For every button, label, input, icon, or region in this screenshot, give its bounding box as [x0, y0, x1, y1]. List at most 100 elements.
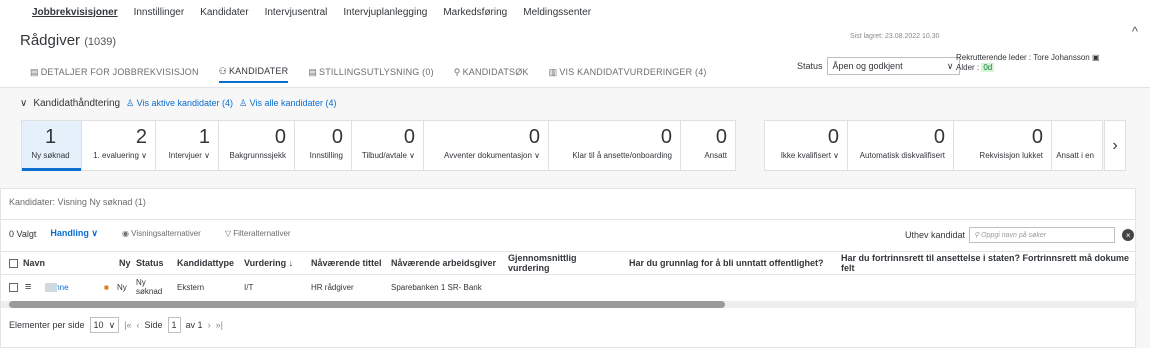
age-badge: 0d — [981, 63, 995, 72]
col-fortrinnsrett[interactable]: Har du fortrinnsrett til ansettelse i st… — [841, 253, 1137, 275]
tab-detaljer[interactable]: ▤ DETALJER FOR JOBBREKVISISJON — [30, 61, 199, 83]
search-icon: ⚲ — [974, 232, 980, 239]
candidate-search-input[interactable]: ⚲ Oppgi navn på søker × — [969, 227, 1135, 243]
tab-bar: ▤ DETALJER FOR JOBBREKVISISJON ⚇ KANDIDATE… — [30, 61, 727, 83]
table-toolbar: 0 Valgt Handling ∨ ◉ Visningsalternative… — [1, 219, 1137, 247]
eye-icon: ◉ — [121, 229, 129, 238]
page-label: Side — [144, 320, 163, 330]
cell-status: Ny søknad — [136, 278, 163, 296]
col-kandidattype[interactable]: Kandidattype — [177, 258, 234, 268]
chevron-down-icon: ∨ — [108, 319, 116, 330]
collapse-header-button[interactable]: ^ — [1132, 24, 1138, 39]
highlight-label: Uthev kandidat — [905, 230, 966, 240]
view-options-button[interactable]: ◉ Visningsalternativer — [122, 229, 201, 238]
stage-avventer[interactable]: 0 Avventer dokumentasjon ∨ — [424, 121, 549, 170]
stage-klar[interactable]: 0 Klar til å ansette/onboarding — [549, 121, 681, 170]
horizontal-scrollbar[interactable] — [9, 301, 725, 308]
tab-stillingsutlysning[interactable]: ▤ STILLINGSUTLYSNING (0) — [308, 61, 433, 83]
search-icon: ⚲ — [453, 66, 461, 77]
pipeline-stages: 1 Ny søknad 2 1. evaluering ∨ 1 Intervjuer … — [21, 120, 736, 171]
stage-ansatt[interactable]: 0 Ansatt — [681, 121, 735, 170]
status-area: Status Åpen og godkjent ∨ — [797, 57, 960, 75]
candidates-panel: Kandidater: Visning Ny søknad (1) 0 Valg… — [0, 188, 1137, 348]
age-label: Alder : — [956, 63, 980, 72]
nav-intervjuplanlegging[interactable]: Intervjuplanlegging — [343, 7, 427, 18]
col-unntatt[interactable]: Har du grunnlag for å bli unntatt offent… — [629, 258, 823, 268]
clear-icon[interactable]: × — [1122, 229, 1135, 241]
stage-innstilling[interactable]: 0 Innstilling — [295, 121, 352, 170]
handling-title: Kandidathåndtering — [33, 98, 121, 109]
cell-vurdering: I/T — [244, 283, 254, 292]
requisition-count: (1039) — [84, 36, 116, 48]
cell-ny: Ny — [117, 283, 127, 292]
panel-title: Kandidater: Visning Ny søknad (1) — [9, 197, 146, 207]
next-page-icon[interactable]: › — [208, 320, 211, 330]
cell-type: Ekstern — [177, 283, 205, 292]
col-navn[interactable]: Navn — [23, 258, 45, 268]
candidate-handling-bar: ∨ Kandidathåndtering ♙ Vis aktive kandid… — [20, 98, 337, 109]
cell-arbeidsgiver: Sparebanken 1 SR- Bank — [391, 283, 482, 292]
nav-meldingssenter[interactable]: Meldingssenter — [523, 7, 591, 18]
person-icon: ♙ — [126, 98, 135, 108]
table-header: Navn Ny Status Kandidattype Vurdering ↓ … — [1, 251, 1137, 275]
stage-ikke-kvalifisert[interactable]: 0 Ikke kvalifisert ∨ — [765, 121, 848, 170]
last-page-icon[interactable]: »| — [216, 320, 223, 330]
col-tittel[interactable]: Nåværende tittel — [311, 258, 382, 268]
stage-ny-soknad[interactable]: 1 Ny søknad — [22, 121, 82, 171]
page-input[interactable]: 1 — [167, 317, 181, 333]
status-select[interactable]: Åpen og godkjent ∨ — [826, 57, 960, 75]
recruiter-label: Rekrutterende leder : Tore Johansson — [956, 53, 1090, 62]
stage-bakgrunnssjekk[interactable]: 0 Bakgrunnssjekk — [219, 121, 295, 170]
page-title: Rådgiver (1039) — [20, 32, 116, 49]
nav-kandidater[interactable]: Kandidater — [200, 7, 248, 18]
nav-intervjusentral[interactable]: Intervjusentral — [265, 7, 328, 18]
select-all-checkbox[interactable] — [9, 258, 18, 269]
stage-intervjuer[interactable]: 1 Intervjuer ∨ — [156, 121, 219, 170]
chevron-down-icon[interactable]: ∨ — [20, 98, 27, 109]
tab-kandidatvurderinger[interactable]: ▥ VIS KANDIDATVURDERINGER (4) — [549, 61, 707, 83]
chevron-right-icon: › — [1112, 136, 1118, 154]
stage-rekvisisjon-lukket[interactable]: 0 Rekvisisjon lukket — [954, 121, 1052, 170]
col-ny[interactable]: Ny — [119, 258, 131, 268]
tab-kandidatsok[interactable]: ⚲ KANDIDATSØK — [454, 61, 529, 83]
nav-markedsforing[interactable]: Markedsføring — [443, 7, 507, 18]
per-page-select[interactable]: 10 ∨ — [89, 317, 120, 333]
page-header: Rådgiver (1039) ^ Sist lagret: 23.08.202… — [0, 24, 1150, 88]
people-icon: ⚇ — [218, 65, 227, 76]
active-candidates-link[interactable]: ♙ Vis aktive kandidater (4) — [126, 98, 233, 109]
stages-next-button[interactable]: › — [1104, 120, 1126, 171]
posting-icon: ▤ — [308, 66, 318, 77]
person-icon: ♙ — [239, 98, 248, 108]
flag-icon: ■ — [104, 283, 109, 292]
stage-automatisk[interactable]: 0 Automatisk diskvalifisert — [848, 121, 954, 170]
pagination: Elementer per side 10 ∨ |« ‹ Side 1 av 1… — [9, 317, 223, 333]
filter-options-button[interactable]: ▽ Filteralternativer — [225, 229, 291, 238]
col-gjennomsnitt[interactable]: Gjennomsnittlig vurdering — [508, 253, 608, 273]
per-page-label: Elementer per side — [9, 320, 85, 330]
assessment-icon: ▥ — [548, 66, 558, 77]
stage-ansatt-i-en[interactable]: Ansatt i en — [1052, 121, 1102, 170]
nav-jobbrekvisisjoner[interactable]: Jobbrekvisisjoner — [32, 7, 118, 18]
chevron-down-icon: ∨ — [946, 60, 954, 71]
col-vurdering[interactable]: Vurdering ↓ — [244, 258, 293, 268]
handling-button[interactable]: Handling ∨ — [50, 228, 98, 239]
stage-1-evaluering[interactable]: 2 1. evaluering ∨ — [82, 121, 156, 170]
contact-card-icon[interactable]: ▣ — [1092, 53, 1100, 62]
all-candidates-link[interactable]: ♙ Vis alle kandidater (4) — [239, 98, 336, 109]
stage-tilbud[interactable]: 0 Tilbud/avtale ∨ — [352, 121, 424, 170]
col-status[interactable]: Status — [136, 258, 164, 268]
col-arbeidsgiver[interactable]: Nåværende arbeidsgiver — [391, 258, 496, 268]
closed-stages: 0 Ikke kvalifisert ∨ 0 Automatisk diskvali… — [764, 120, 1103, 171]
status-label: Status — [797, 61, 823, 71]
redacted-surname: xxx — [45, 283, 57, 292]
top-navigation: Jobbrekvisisjoner Innstillinger Kandidat… — [0, 0, 1150, 24]
nav-innstillinger[interactable]: Innstillinger — [134, 7, 185, 18]
first-page-icon[interactable]: |« — [124, 320, 131, 330]
tab-kandidater[interactable]: ⚇ KANDIDATER — [218, 61, 289, 83]
prev-page-icon[interactable]: ‹ — [137, 320, 140, 330]
cell-tittel: HR rådgiver — [311, 283, 354, 292]
drag-handle-icon[interactable]: ≡ — [25, 281, 31, 293]
last-saved-text: Sist lagret: 23.08.2022 10.30 — [850, 33, 940, 40]
row-checkbox[interactable] — [9, 283, 18, 293]
table-row[interactable]: ≡ ♙ Hanne xxx ■ Ny Ny søknad Ekstern I/T… — [1, 277, 1137, 299]
